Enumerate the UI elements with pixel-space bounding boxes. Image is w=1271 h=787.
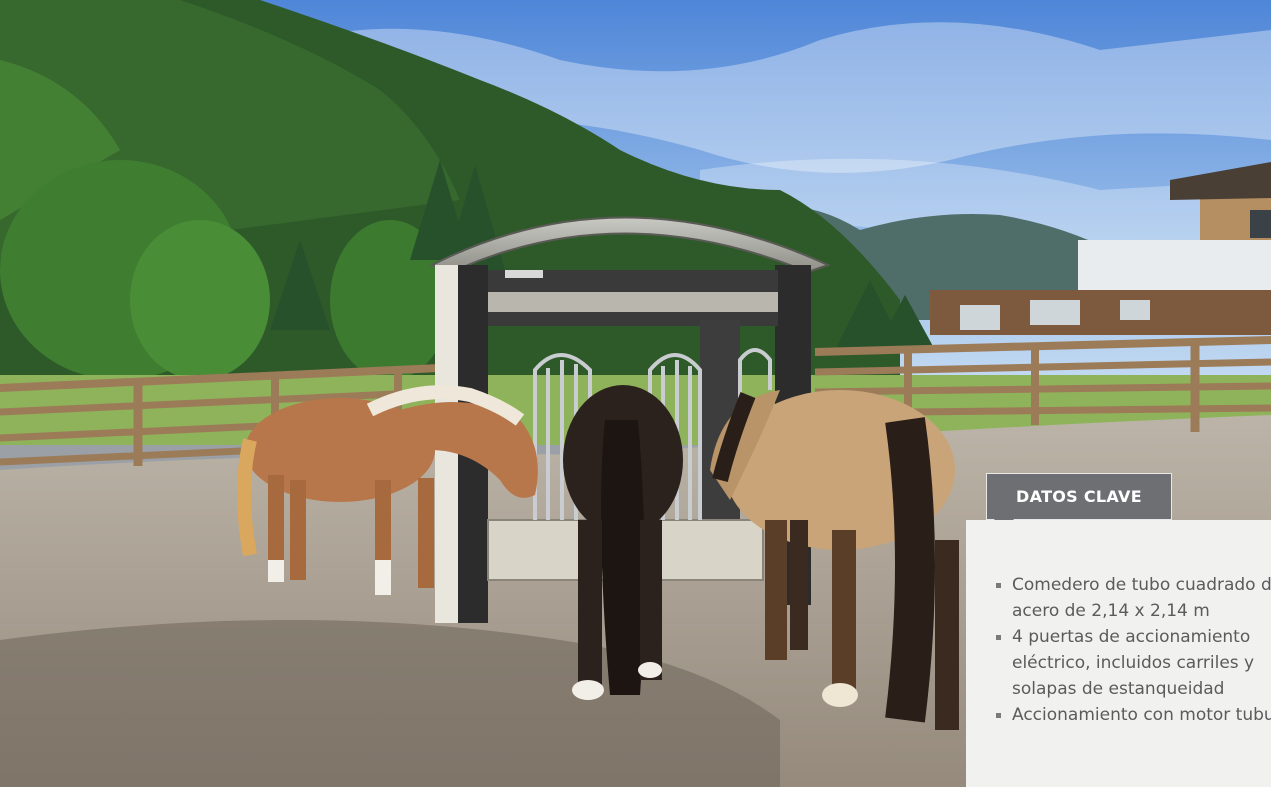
key-facts-list: Comedero de tubo cuadrado de acero de 2,… bbox=[996, 572, 1271, 728]
feeder-brand-label bbox=[505, 270, 543, 278]
key-fact-item: Accionamiento con motor tubular bbox=[996, 702, 1271, 728]
key-fact-item: Comedero de tubo cuadrado de acero de 2,… bbox=[996, 572, 1271, 624]
key-fact-item: 4 puertas de accionamiento eléctrico, in… bbox=[996, 624, 1271, 702]
key-facts-panel: Comedero de tubo cuadrado de acero de 2,… bbox=[966, 520, 1271, 787]
key-facts-heading: DATOS CLAVE bbox=[986, 473, 1172, 520]
